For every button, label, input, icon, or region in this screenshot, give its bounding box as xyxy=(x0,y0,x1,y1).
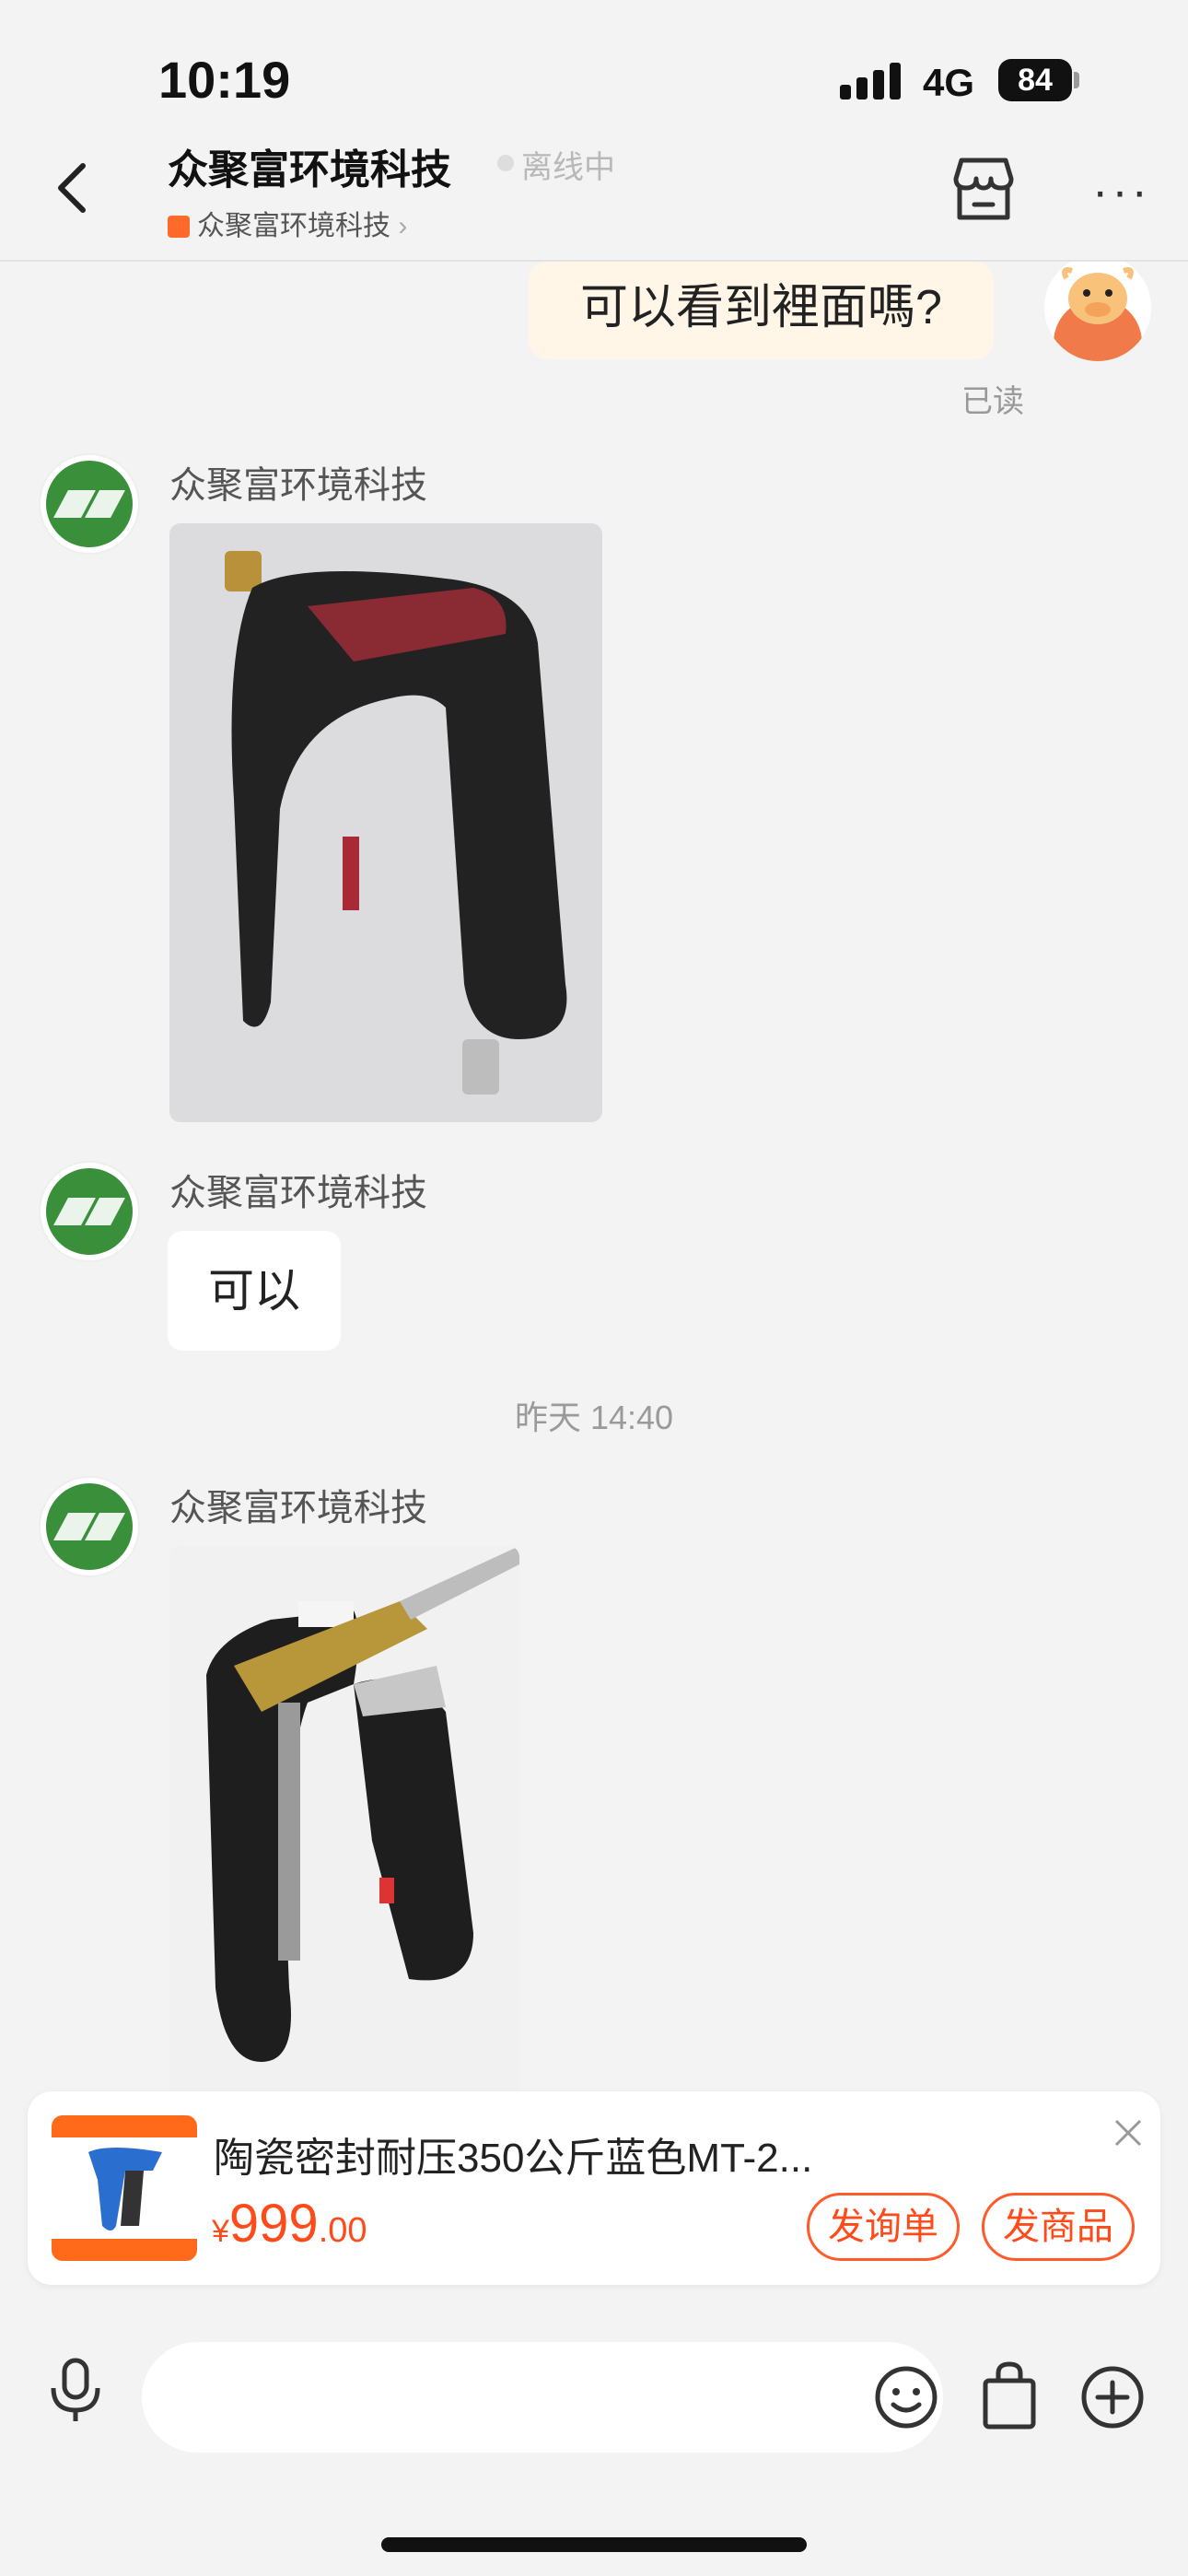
more-options-button[interactable]: ··· xyxy=(1092,168,1151,216)
battery-indicator: 84 xyxy=(998,59,1072,101)
shopping-bag-icon[interactable] xyxy=(980,2360,1039,2430)
sender-name: 众聚富环境科技 xyxy=(169,1173,427,1213)
price-decimal: .00 xyxy=(318,2211,367,2250)
sender-name: 众聚富环境科技 xyxy=(169,465,427,506)
shop-link-label: 众聚富环境科技 xyxy=(197,211,390,241)
shop-avatar[interactable] xyxy=(41,1478,138,1575)
product-title[interactable]: 陶瓷密封耐压350公斤蓝色MT-2... xyxy=(214,2125,812,2184)
message-input[interactable] xyxy=(142,2342,943,2453)
sender-name: 众聚富环境科技 xyxy=(169,1488,427,1528)
other-message-bubble[interactable]: 可以 xyxy=(168,1231,341,1351)
price-currency: ¥ xyxy=(212,2214,229,2249)
close-icon[interactable] xyxy=(1105,2110,1151,2156)
chat-timestamp: 昨天 14:40 xyxy=(514,1399,674,1436)
self-message-bubble[interactable]: 可以看到裡面嗎? xyxy=(529,262,994,359)
product-card[interactable]: 陶瓷密封耐压350公斤蓝色MT-2... ¥999.00 发询单 发商品 xyxy=(28,2091,1160,2285)
shop-link[interactable]: 众聚富环境科技 › xyxy=(168,203,407,243)
product-price: ¥999.00 xyxy=(212,2193,367,2254)
product-photo-message[interactable] xyxy=(169,1546,519,2117)
chevron-right-icon: › xyxy=(398,211,408,241)
online-status: 离线中 xyxy=(521,150,615,185)
offline-dot xyxy=(497,155,514,171)
product-photo-message[interactable] xyxy=(169,523,602,1122)
shop-mini-icon xyxy=(168,216,190,238)
status-time: 10:19 xyxy=(158,51,291,109)
send-inquiry-button[interactable]: 发询单 xyxy=(807,2193,960,2261)
battery-cap xyxy=(1074,72,1079,88)
store-icon[interactable] xyxy=(949,155,1019,221)
chat-header: 众聚富环境科技 离线中 众聚富环境科技 › ··· xyxy=(0,111,1188,262)
home-indicator xyxy=(381,2537,807,2552)
self-avatar[interactable] xyxy=(1044,262,1151,361)
send-product-button[interactable]: 发商品 xyxy=(982,2193,1135,2261)
shop-avatar[interactable] xyxy=(41,455,138,553)
input-bar xyxy=(0,2298,1188,2482)
product-thumbnail[interactable] xyxy=(52,2115,197,2261)
network-type: 4G xyxy=(923,61,975,104)
price-integer: 999 xyxy=(228,2194,319,2254)
read-receipt: 已读 xyxy=(961,384,1024,419)
shop-avatar[interactable] xyxy=(41,1163,138,1260)
emoji-icon[interactable] xyxy=(873,2364,939,2430)
signal-icon xyxy=(840,63,904,100)
microphone-icon[interactable] xyxy=(46,2357,105,2425)
back-arrow-icon[interactable] xyxy=(48,160,103,216)
chat-area[interactable]: 可以看到裡面嗎? 已读 众聚富环境科技 众聚富环境科技 可以 昨天 14:40 … xyxy=(0,262,1188,2298)
chat-title[interactable]: 众聚富环境科技 xyxy=(168,136,451,195)
plus-icon[interactable] xyxy=(1079,2364,1146,2430)
